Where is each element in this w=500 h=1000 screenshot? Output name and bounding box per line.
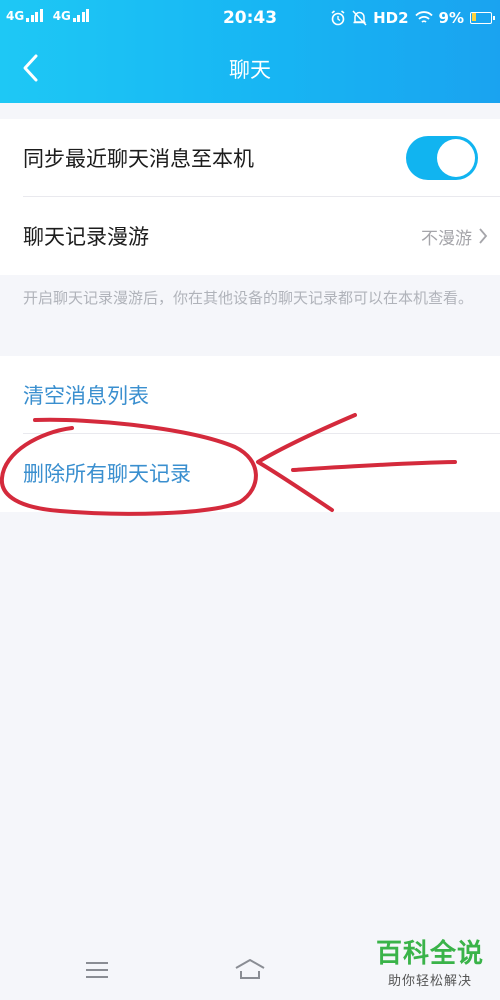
clear-list-button[interactable]: 清空消息列表 [23, 380, 149, 410]
watermark-subtitle: 助你轻松解决 [387, 974, 472, 989]
roaming-hint: 开启聊天记录漫游后，你在其他设备的聊天记录都可以在本机查看。 [23, 289, 474, 307]
battery-icon [470, 12, 495, 24]
chevron-right-icon [479, 228, 488, 244]
roaming-label: 聊天记录漫游 [23, 225, 149, 249]
status-bar: 4G 4G 20:43 HD2 9% [0, 0, 500, 36]
title-bar: 聊天 [0, 36, 500, 103]
sync-row: 同步最近聊天消息至本机 [0, 119, 500, 197]
status-right: HD2 9% [330, 9, 495, 27]
page-title: 聊天 [229, 58, 271, 82]
sync-settings-section: 同步最近聊天消息至本机 聊天记录漫游 不漫游 [0, 119, 500, 275]
clear-list-row[interactable]: 清空消息列表 [0, 356, 500, 434]
menu-icon[interactable] [84, 960, 110, 980]
wifi-icon [414, 11, 433, 23]
alarm-icon [331, 10, 345, 26]
delete-all-button[interactable]: 删除所有聊天记录 [23, 458, 191, 488]
watermark-title: 百科全说 [375, 939, 484, 969]
sync-toggle[interactable] [406, 136, 478, 180]
hd-label: HD2 [373, 9, 409, 27]
roaming-row[interactable]: 聊天记录漫游 不漫游 [0, 197, 500, 275]
delete-all-row[interactable]: 删除所有聊天记录 [0, 434, 500, 512]
home-icon[interactable] [233, 957, 267, 981]
watermark-logo: 百科全说 助你轻松解决 [370, 938, 490, 998]
roaming-value: 不漫游 [421, 228, 472, 249]
mute-bell-icon [352, 10, 367, 26]
actions-section: 清空消息列表 删除所有聊天记录 [0, 356, 500, 512]
battery-percent: 9% [438, 9, 464, 27]
toggle-knob [437, 139, 475, 177]
sync-label: 同步最近聊天消息至本机 [23, 147, 254, 171]
app-header: 4G 4G 20:43 HD2 9% 聊天 [0, 0, 500, 103]
